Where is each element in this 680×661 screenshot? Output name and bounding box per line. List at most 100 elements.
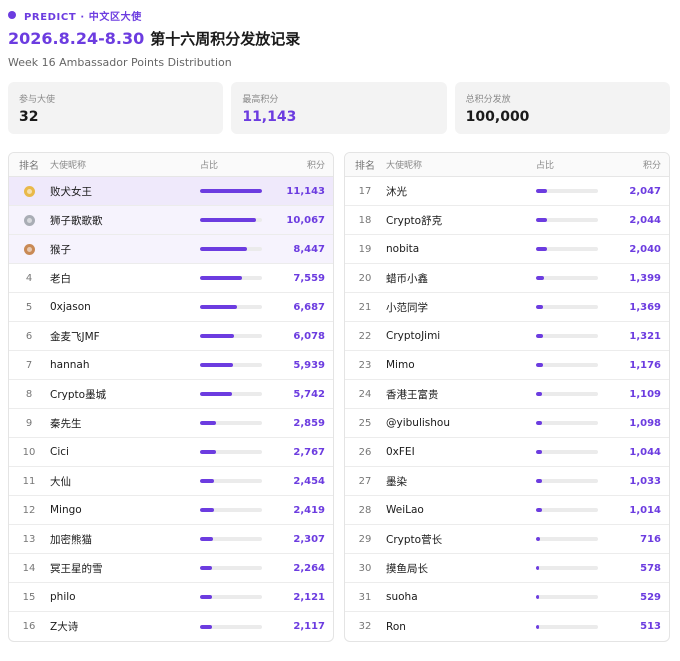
points-value: 6,687 <box>293 301 325 313</box>
rank-cell: 31 <box>358 591 372 603</box>
ambassador-name: 狮子歌歌歌 <box>50 214 103 227</box>
points-value: 2,264 <box>293 562 325 574</box>
share-bar-track <box>536 450 598 454</box>
share-bar <box>535 508 611 512</box>
stat-value: 32 <box>19 109 39 125</box>
share-bar-track <box>200 218 262 222</box>
rank-cell: 13 <box>22 533 36 545</box>
table-row: 31 suoha 529 <box>345 583 669 612</box>
stat-label: 参与大使 <box>19 95 56 105</box>
table-row: 7 hannah 5,939 <box>9 351 333 380</box>
share-bar-track <box>536 392 598 396</box>
rank-cell: 11 <box>22 475 36 487</box>
points-value: 8,447 <box>293 243 325 255</box>
share-bar-track <box>200 363 262 367</box>
table-row: 28 WeiLao 1,014 <box>345 496 669 525</box>
column-header-share: 占比 <box>536 161 555 171</box>
share-bar-fill <box>200 537 214 541</box>
share-bar-track <box>536 624 598 629</box>
share-bar-fill <box>536 595 540 599</box>
points-value: 2,040 <box>629 243 661 255</box>
table-body: 败犬女王 11,143 狮子歌歌歌 10,067 猴子 8,447 4 老白 7,559 5 0xj… <box>9 177 333 641</box>
share-bar <box>199 189 275 193</box>
share-bar-fill <box>536 247 548 251</box>
ambassador-name: 0xjason <box>50 301 91 313</box>
brand-dot-icon <box>8 11 16 19</box>
title-text: 第十六周积分发放记录 <box>150 30 301 48</box>
share-bar-track <box>536 595 598 599</box>
share-bar-fill <box>536 479 542 483</box>
share-bar-fill <box>200 247 248 251</box>
points-value: 1,176 <box>629 359 661 371</box>
points-value: 7,559 <box>293 272 325 284</box>
page-title: 2026.8.24-8.30 第十六周积分发放记录 <box>8 28 668 50</box>
ambassador-name: Crypto舒克 <box>386 214 443 227</box>
column-header-points: 积分 <box>642 161 661 171</box>
share-bar <box>535 537 611 541</box>
table-row: 27 墨染 1,033 <box>345 467 669 496</box>
ambassador-name: 冥王星的雪 <box>50 562 103 575</box>
points-value: 1,033 <box>629 475 661 487</box>
brand-tag-text: PREDICT · 中文区大使 <box>24 11 142 23</box>
share-bar-fill <box>200 363 233 367</box>
share-bar <box>199 508 275 512</box>
ambassador-name: 金麦飞JMF <box>50 330 100 343</box>
points-value: 513 <box>640 621 661 632</box>
share-bar-fill <box>200 305 238 309</box>
table-row: 5 0xjason 6,687 <box>9 293 333 322</box>
share-bar-track <box>536 508 598 512</box>
points-value: 578 <box>640 562 661 574</box>
rank-cell: 15 <box>22 591 36 603</box>
rank-cell: 14 <box>22 562 36 574</box>
ambassador-name: @yibulishou <box>386 417 450 429</box>
share-bar <box>199 566 275 570</box>
ambassador-name: 沐光 <box>386 185 407 198</box>
share-bar <box>199 479 275 483</box>
rank-cell: 12 <box>22 504 36 516</box>
share-bar-track <box>536 363 598 367</box>
table-row: 20 蜡币小鑫 1,399 <box>345 264 669 293</box>
ambassador-name: 香港王富贵 <box>386 388 439 401</box>
share-bar-fill <box>536 334 544 338</box>
stat-value: 11,143 <box>242 109 297 125</box>
share-bar <box>199 363 275 367</box>
column-header-rank: 排名 <box>355 161 375 172</box>
points-value: 5,939 <box>293 359 325 371</box>
table-header: 排名 大使昵称 占比 积分 <box>345 153 669 177</box>
stat-label: 总积分发放 <box>465 95 511 105</box>
share-bar-track <box>536 421 598 425</box>
rank-cell: 23 <box>358 359 372 371</box>
share-bar-fill <box>536 189 548 193</box>
points-value: 5,742 <box>293 388 325 400</box>
points-value: 1,014 <box>629 504 661 516</box>
share-bar-track <box>200 624 262 629</box>
rank-cell: 30 <box>358 562 372 574</box>
share-bar <box>199 450 275 454</box>
share-bar-track <box>200 537 262 541</box>
points-value: 1,044 <box>629 446 661 458</box>
rank-cell: 8 <box>25 388 33 400</box>
share-bar-track <box>536 305 598 309</box>
share-bar-fill <box>536 537 540 541</box>
share-bar <box>535 189 611 193</box>
rank-cell: 5 <box>25 301 33 313</box>
table-row: 29 Crypto菅长 716 <box>345 525 669 554</box>
column-header-name: 大使昵称 <box>386 161 423 171</box>
gold-medal-icon <box>23 185 35 197</box>
points-value: 2,044 <box>629 214 661 226</box>
share-bar-fill <box>536 566 540 570</box>
ambassador-name: 墨染 <box>386 475 407 488</box>
points-value: 1,098 <box>629 417 661 429</box>
share-bar-fill <box>536 450 542 454</box>
points-value: 2,767 <box>293 446 325 458</box>
points-value: 11,143 <box>286 185 325 197</box>
table-body: 17 沐光 2,047 18 Crypto舒克 2,044 19 nobita 2,040 20 蜡… <box>345 177 669 641</box>
bronze-medal-icon <box>23 243 35 255</box>
points-value: 529 <box>640 591 661 603</box>
rank-cell <box>9 214 49 226</box>
share-bar-fill <box>536 392 543 396</box>
share-bar <box>199 537 275 541</box>
share-bar-fill <box>200 479 214 483</box>
ambassador-name: 0xFEI <box>386 446 415 458</box>
table-row: 23 Mimo 1,176 <box>345 351 669 380</box>
